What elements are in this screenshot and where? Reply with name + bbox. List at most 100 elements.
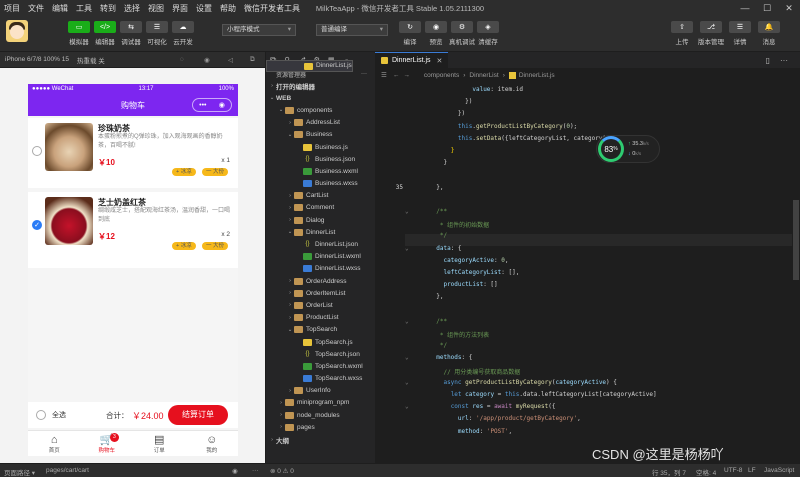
toolbar-button[interactable]: ⇧ 上传 <box>669 21 695 46</box>
encoding[interactable]: UTF-8 <box>724 467 742 474</box>
close-tab-icon[interactable]: ✕ <box>437 57 443 65</box>
tree-item[interactable]: › Dialog <box>266 214 375 226</box>
tab-item[interactable]: ⌂ 首页 <box>28 431 81 456</box>
code-area[interactable]: value: item.id }) }) this.getProductList… <box>375 82 800 463</box>
tree-item[interactable]: › 打开的编辑器 <box>266 80 375 92</box>
tree-item[interactable]: Business.js <box>266 141 375 153</box>
menu-item[interactable]: 编辑 <box>48 3 72 14</box>
option-tag-2[interactable]: 一 大份 <box>202 168 229 176</box>
toolbar-button[interactable]: ⚙ 真机调试 <box>449 21 475 46</box>
fold-icon[interactable]: ⌄ <box>405 208 409 215</box>
tree-item[interactable]: Business.wxss <box>266 178 375 190</box>
menu-capsule[interactable]: ••• ◉ <box>192 98 232 112</box>
more-icon[interactable]: ··· <box>252 467 259 474</box>
tree-item[interactable]: {} TopSearch.json <box>266 348 375 360</box>
tree-item[interactable]: TopSearch.js <box>266 336 375 348</box>
tree-item[interactable]: {} DinnerList.json <box>266 238 375 250</box>
breadcrumb-item[interactable]: DinnerList <box>469 72 498 79</box>
minimize-icon[interactable]: — <box>734 0 756 16</box>
split-editor-icon[interactable]: ▯ <box>766 56 770 65</box>
fold-icon[interactable]: ⌄ <box>405 318 409 325</box>
device-select[interactable]: iPhone 6/7/8 100% 15 <box>5 56 69 63</box>
toolbar-button[interactable]: 🔔 消息 <box>756 21 782 46</box>
tree-item[interactable]: › OrderItemList <box>266 287 375 299</box>
breadcrumb-item[interactable]: components <box>424 72 459 79</box>
tab-item[interactable]: 🛒 购物车 3 <box>81 431 134 456</box>
menu-item[interactable]: 选择 <box>120 3 144 14</box>
tree-item[interactable]: ⌄ TopSearch <box>266 324 375 336</box>
option-tag-1[interactable]: + 冰凉 <box>172 168 196 176</box>
preview-icon[interactable]: ◉ <box>232 467 238 475</box>
tab-item[interactable]: ☺ 我的 <box>186 431 239 456</box>
page-path-label[interactable]: 页面路径 ▾ <box>4 467 35 477</box>
toolbar-button[interactable]: ◉ 预览 <box>423 21 449 46</box>
menu-item[interactable]: 设置 <box>192 3 216 14</box>
toolbar-button[interactable]: ☰ 可视化 <box>144 21 170 46</box>
toolbar-button[interactable]: ↻ 编译 <box>397 21 423 46</box>
tree-item[interactable]: › Comment <box>266 202 375 214</box>
close-capsule-icon[interactable]: ◉ <box>219 101 225 109</box>
tree-item[interactable]: › ProductList <box>266 312 375 324</box>
avatar[interactable] <box>6 20 28 42</box>
toolbar-button[interactable]: ⇆ 调试器 <box>118 21 144 46</box>
indent-setting[interactable]: 空格: 4 <box>696 467 716 477</box>
detach-icon[interactable]: ⧉ <box>250 56 255 64</box>
menu-item[interactable]: 界面 <box>168 3 192 14</box>
cursor-position[interactable]: 行 35，列 7 <box>652 467 686 477</box>
hot-reload-select[interactable]: 热重载 关 <box>77 55 105 65</box>
line-ending[interactable]: LF <box>748 467 756 474</box>
tree-item[interactable]: › CartList <box>266 190 375 202</box>
record-icon[interactable]: ◉ <box>204 56 210 64</box>
item-checkbox[interactable] <box>32 146 42 156</box>
more-icon[interactable]: ··· <box>361 71 367 77</box>
toolbar-button[interactable]: ☰ 详情 <box>727 21 753 46</box>
tree-item[interactable]: DinnerList.js <box>266 60 353 73</box>
problems-count[interactable]: ⊗ 0 ⚠ 0 <box>270 467 294 475</box>
more-icon[interactable]: ••• <box>199 102 206 109</box>
breadcrumb-item[interactable]: DinnerList.js <box>519 72 555 79</box>
menu-item[interactable]: 帮助 <box>216 3 240 14</box>
language-mode[interactable]: JavaScript <box>764 467 794 474</box>
menu-item[interactable]: 项目 <box>0 3 24 14</box>
tree-item[interactable]: TopSearch.wxss <box>266 373 375 385</box>
tree-item[interactable]: DinnerList.wxml <box>266 251 375 263</box>
mute-icon[interactable]: ◁ <box>228 56 233 64</box>
checkout-button[interactable]: 结算订单 <box>168 405 228 425</box>
fold-icon[interactable]: ⌄ <box>405 245 409 252</box>
toolbar-button[interactable]: ▭ 模拟器 <box>66 21 92 46</box>
tree-item[interactable]: › node_modules <box>266 409 375 421</box>
rotate-icon[interactable]: ◌ <box>180 56 184 63</box>
menu-item[interactable]: 工具 <box>72 3 96 14</box>
tree-item[interactable]: › 大纲 <box>266 433 375 445</box>
fold-icon[interactable]: ⌄ <box>405 379 409 386</box>
fold-icon[interactable]: ⌄ <box>405 354 409 361</box>
menu-item[interactable]: 文件 <box>24 3 48 14</box>
maximize-icon[interactable]: ☐ <box>756 0 778 16</box>
item-checkbox[interactable]: ✓ <box>32 220 42 230</box>
close-icon[interactable]: ✕ <box>778 0 800 16</box>
toolbar-button[interactable]: ⎇ 版本管理 <box>698 21 724 46</box>
tree-item[interactable]: ⌄ DinnerList <box>266 226 375 238</box>
tree-item[interactable]: › AddressList <box>266 117 375 129</box>
toolbar-button[interactable]: ◈ 清缓存 <box>475 21 501 46</box>
tab-item[interactable]: ▤ 订单 <box>133 431 186 456</box>
option-tag-1[interactable]: + 冰凉 <box>172 242 196 250</box>
scroll-thumb[interactable] <box>793 200 799 280</box>
menu-item[interactable]: 微信开发者工具 <box>240 3 304 14</box>
compile-select[interactable]: 普通编译 ▾ <box>316 24 388 36</box>
back-icon[interactable]: ☰ <box>381 71 387 79</box>
tree-item[interactable]: › OrderList <box>266 299 375 311</box>
toolbar-button[interactable]: ☁ 云开发 <box>170 21 196 46</box>
tree-item[interactable]: › OrderAddress <box>266 275 375 287</box>
tree-item[interactable]: › pages <box>266 421 375 433</box>
toolbar-button[interactable]: </> 编辑器 <box>92 21 118 46</box>
vertical-scrollbar[interactable] <box>792 82 800 463</box>
tree-item[interactable]: {} Business.json <box>266 153 375 165</box>
tree-item[interactable]: ⌄ WEB <box>266 92 375 104</box>
tree-item[interactable]: Business.wxml <box>266 165 375 177</box>
tree-item[interactable]: › miniprogram_npm <box>266 397 375 409</box>
tree-item[interactable]: DinnerList.wxss <box>266 263 375 275</box>
menu-item[interactable]: 视图 <box>144 3 168 14</box>
tree-item[interactable]: ⌄ Business <box>266 129 375 141</box>
option-tag-2[interactable]: 一 大份 <box>202 242 229 250</box>
